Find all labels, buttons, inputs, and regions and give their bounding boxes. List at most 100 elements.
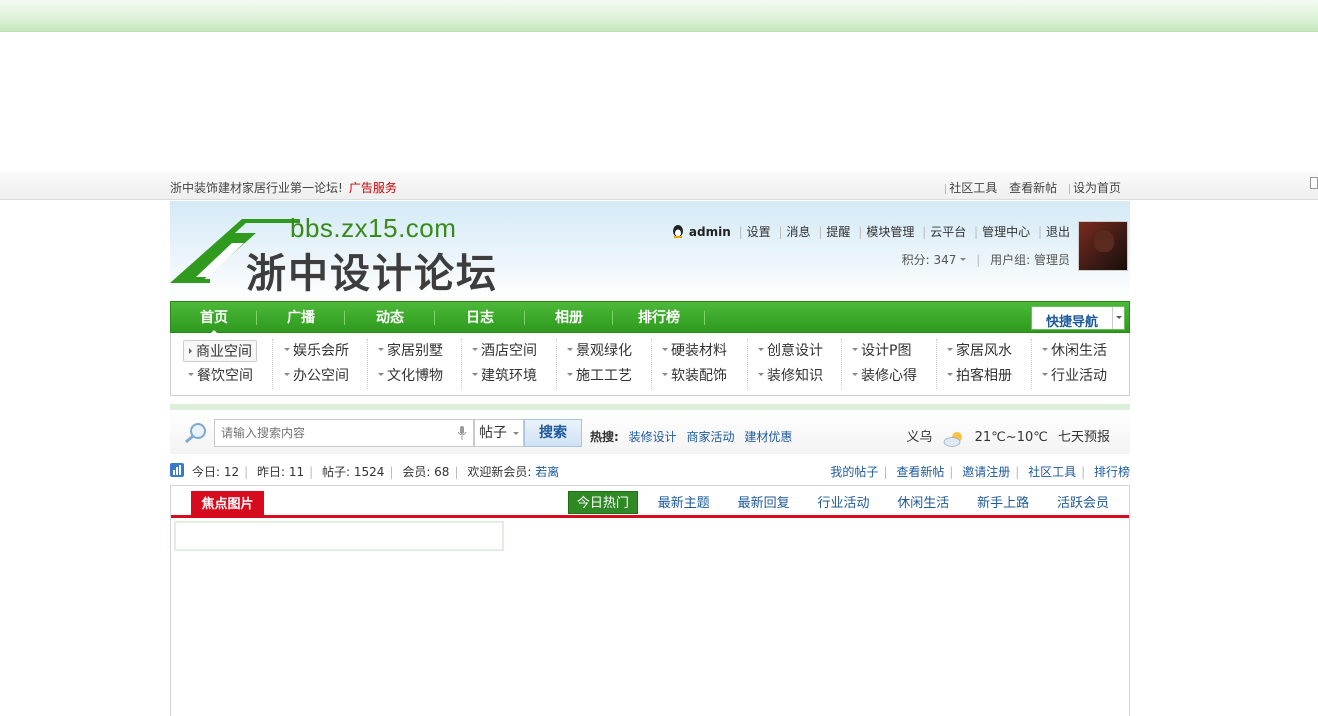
nav-item-feed[interactable]: 动态: [345, 302, 435, 334]
ad-service-link[interactable]: 广告服务: [349, 181, 397, 195]
new-posts-link[interactable]: 查看新帖: [1009, 181, 1057, 195]
divider: [367, 339, 368, 389]
category-link[interactable]: 设计P图: [849, 340, 911, 362]
tab-latest-topics[interactable]: 最新主题: [650, 492, 718, 515]
tab-today-hot[interactable]: 今日热门: [567, 491, 638, 514]
divider: [841, 339, 842, 389]
main-nav: 首页 广播 动态 日志 相册 排行榜 快捷导航: [170, 301, 1130, 334]
site-slogan: 浙中装饰建材家居行业第一论坛! 广告服务: [170, 179, 397, 196]
logo-url: bbs.zx15.com: [290, 213, 457, 243]
site-logo[interactable]: bbs.zx15.com 浙中设计论坛: [170, 213, 560, 297]
divider: [747, 339, 748, 389]
category-link[interactable]: 酒店空间: [469, 340, 537, 362]
category-link[interactable]: 装修知识: [755, 365, 823, 387]
tab-industry-events[interactable]: 行业活动: [809, 492, 877, 515]
nav-item-ranking[interactable]: 排行榜: [613, 302, 705, 334]
hot-search-label: 热搜:: [590, 430, 619, 444]
category-link[interactable]: 硬装材料: [659, 340, 727, 362]
user-bar: admin | 设置 | 消息 | 提醒 | 模块管理 | 云平台 | 管理中心 | 退出: [671, 223, 1070, 240]
chevron-down-icon[interactable]: [960, 257, 967, 264]
tab-focus-images[interactable]: 焦点图片: [191, 491, 264, 518]
category-link[interactable]: 娱乐会所: [281, 340, 349, 362]
ranking-link[interactable]: 排行榜: [1094, 465, 1130, 479]
invite-register-link[interactable]: 邀请注册: [962, 465, 1010, 479]
search-input[interactable]: [215, 420, 445, 446]
focus-image-slot[interactable]: [174, 521, 504, 551]
chevron-down-icon[interactable]: [1112, 307, 1124, 329]
community-tools-link[interactable]: 社区工具: [949, 181, 997, 195]
hot-keyword-link[interactable]: 装修设计: [629, 430, 677, 444]
divider: [170, 404, 1130, 410]
admin-center-link[interactable]: 管理中心: [982, 225, 1030, 239]
forum-stats: 今日: 12 | 昨日: 11 | 帖子: 1524 | 会员: 68 | 欢迎新会员:…: [170, 462, 1130, 480]
toolbar-links: 社区工具 查看新帖 设为首页: [937, 179, 1121, 196]
settings-link[interactable]: 设置: [747, 225, 771, 239]
category-link[interactable]: 文化博物: [375, 365, 443, 387]
nav-item-home[interactable]: 首页: [171, 302, 257, 334]
category-link[interactable]: 建筑环境: [469, 365, 537, 387]
category-link[interactable]: 创意设计: [755, 340, 823, 362]
search-button[interactable]: 搜索: [524, 419, 582, 447]
hot-keyword-link[interactable]: 建材优惠: [744, 430, 792, 444]
divider: [936, 339, 937, 389]
category-link[interactable]: 拍客相册: [944, 365, 1012, 387]
stats-links: 我的帖子 | 查看新帖 | 邀请注册 | 社区工具 | 排行榜: [830, 465, 1130, 479]
category-link[interactable]: 餐饮空间: [185, 365, 253, 387]
new-posts-link[interactable]: 查看新帖: [896, 465, 944, 479]
nav-item-album[interactable]: 相册: [525, 302, 613, 334]
hot-search: 热搜: 装修设计 商家活动 建材优惠: [590, 428, 792, 445]
username-link[interactable]: admin: [689, 225, 731, 239]
tab-latest-replies[interactable]: 最新回复: [730, 492, 798, 515]
set-homepage-link[interactable]: 设为首页: [1073, 181, 1121, 195]
my-posts-link[interactable]: 我的帖子: [830, 465, 878, 479]
nav-item-broadcast[interactable]: 广播: [257, 302, 345, 334]
corner-icon[interactable]: [1310, 177, 1318, 189]
panel-tabs: 今日热门 最新主题 最新回复 行业活动 休闲生活 新手上路 活跃会员: [560, 491, 1117, 515]
tab-leisure-life[interactable]: 休闲生活: [889, 492, 957, 515]
divider: [1031, 339, 1032, 389]
forecast-link[interactable]: 七天预报: [1058, 430, 1110, 445]
user-info-bar: 积分: 347 | 用户组: 管理员: [901, 253, 1070, 267]
notifications-link[interactable]: 提醒: [826, 225, 850, 239]
tab-active-members[interactable]: 活跃会员: [1049, 492, 1117, 515]
category-link[interactable]: 施工工艺: [564, 365, 632, 387]
category-subnav: 商业空间 娱乐会所 家居别墅 酒店空间 景观绿化 硬装材料 创意设计 设计P图 …: [170, 333, 1130, 396]
divider: [651, 339, 652, 389]
tab-newbie[interactable]: 新手上路: [969, 492, 1037, 515]
search-type-select[interactable]: 帖子: [474, 419, 524, 447]
qq-penguin-icon: [671, 224, 685, 238]
top-toolbar: 浙中装饰建材家居行业第一论坛! 广告服务 社区工具 查看新帖 设为首页: [0, 172, 1318, 200]
hot-keyword-link[interactable]: 商家活动: [686, 430, 734, 444]
welcome-label: 欢迎新会员:: [467, 465, 532, 479]
category-link[interactable]: 行业活动: [1039, 365, 1107, 387]
category-link[interactable]: 景观绿化: [564, 340, 632, 362]
site-header: bbs.zx15.com 浙中设计论坛 admin | 设置 | 消息 | 提醒 | 模…: [170, 201, 1130, 299]
category-link[interactable]: 家居风水: [944, 340, 1012, 362]
content-panel: 焦点图片 今日热门 最新主题 最新回复 行业活动 休闲生活 新手上路 活跃会员: [170, 485, 1130, 716]
toolbar-divider: [1068, 183, 1070, 194]
points-dropdown[interactable]: 积分: 347: [902, 253, 957, 267]
messages-link[interactable]: 消息: [787, 225, 811, 239]
new-member-link[interactable]: 若离: [535, 465, 559, 479]
cloud-platform-link[interactable]: 云平台: [930, 225, 966, 239]
category-link[interactable]: 商业空间: [183, 340, 257, 362]
microphone-icon[interactable]: [457, 426, 467, 443]
nav-item-blog[interactable]: 日志: [435, 302, 525, 334]
category-link[interactable]: 装修心得: [849, 365, 917, 387]
category-link[interactable]: 家居别墅: [375, 340, 443, 362]
user-group-link[interactable]: 用户组: 管理员: [990, 253, 1070, 267]
community-tools-link[interactable]: 社区工具: [1028, 465, 1076, 479]
category-link[interactable]: 办公空间: [281, 365, 349, 387]
category-link[interactable]: 休闲生活: [1039, 340, 1107, 362]
quick-nav-button[interactable]: 快捷导航: [1031, 306, 1125, 330]
top-banner-strip: [0, 0, 1318, 32]
avatar[interactable]: [1078, 221, 1128, 271]
weather-city: 义乌: [906, 430, 933, 445]
logout-link[interactable]: 退出: [1046, 225, 1070, 239]
search-bar: 帖子 搜索 热搜: 装修设计 商家活动 建材优惠 义乌 21℃~10℃ 七天预报: [170, 412, 1130, 454]
module-manage-link[interactable]: 模块管理: [866, 225, 914, 239]
yesterday-count: 昨日: 11: [257, 465, 305, 479]
divider: [272, 339, 273, 389]
category-link[interactable]: 软装配饰: [659, 365, 727, 387]
panel-header: 焦点图片 今日热门 最新主题 最新回复 行业活动 休闲生活 新手上路 活跃会员: [171, 486, 1129, 518]
